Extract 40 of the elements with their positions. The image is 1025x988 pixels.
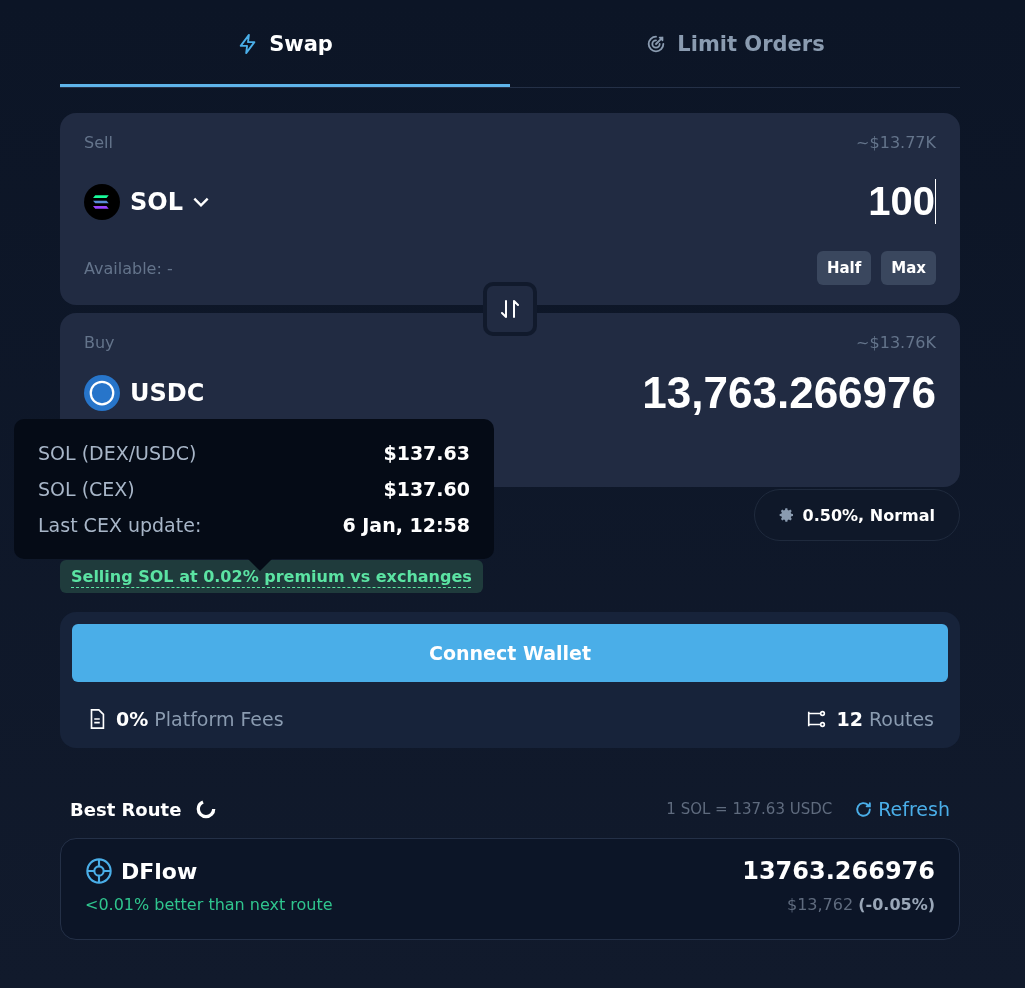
- route-note: <0.01% better than next route: [85, 895, 333, 914]
- tooltip-label: Last CEX update:: [38, 514, 202, 536]
- route-amount: 13763.266976: [742, 857, 935, 885]
- loading-spinner-icon: [195, 798, 218, 820]
- tab[interactable]: Swap: [60, 0, 510, 87]
- usd-value: ~$13.77K: [856, 133, 936, 152]
- platform-fees: 0% Platform Fees: [116, 708, 284, 730]
- chevron-down-icon: [193, 196, 209, 207]
- sell-label: Sell: [84, 133, 113, 152]
- buy-amount: 13,763.266976: [642, 368, 936, 418]
- available-balance: Available: -: [84, 258, 173, 278]
- route-count: 12 Routes: [836, 708, 934, 730]
- exchange-rate: 1 SOL = 137.63 USDC: [666, 800, 833, 818]
- token-selector[interactable]: SOL: [84, 183, 209, 220]
- sol-token-icon: [84, 183, 120, 220]
- usdc-token-icon: [84, 375, 120, 411]
- tooltip-value: $137.63: [383, 442, 470, 464]
- route-usd-value: $13,762 (-0.05%): [786, 895, 935, 914]
- section-title: Best Route: [70, 798, 182, 820]
- route-card[interactable]: DFlow 13763.266976 <0.01% better than next route $13,762 (-0.05%): [60, 838, 960, 940]
- tooltip-value: 6 Jan, 12:58: [342, 514, 470, 536]
- swap-arrows-icon: [498, 297, 522, 321]
- buy-label: Buy: [84, 333, 115, 352]
- refresh-button[interactable]: Refresh: [854, 798, 950, 820]
- refresh-icon: [854, 799, 874, 819]
- flip-button[interactable]: [483, 282, 537, 336]
- dflow-logo-icon: [85, 857, 113, 885]
- tooltip-label: SOL (CEX): [38, 478, 135, 500]
- amount-preset-button[interactable]: Half: [816, 251, 872, 285]
- token-selector[interactable]: USDC: [84, 375, 205, 411]
- tooltip-value: $137.60: [383, 478, 470, 500]
- tooltip-label: SOL (DEX/USDC): [38, 442, 197, 464]
- amount-input[interactable]: 100: [635, 179, 936, 224]
- premium-tag[interactable]: Selling SOL at 0.02% premium vs exchanges: [60, 560, 483, 593]
- usd-value: ~$13.76K: [856, 333, 936, 352]
- settings-icon: [778, 507, 795, 523]
- amount-preset-button[interactable]: Max: [881, 251, 936, 285]
- route-name: DFlow: [121, 858, 198, 884]
- slippage-button[interactable]: 0.50%, Normal: [753, 489, 960, 541]
- tab[interactable]: Limit Orders: [510, 0, 960, 87]
